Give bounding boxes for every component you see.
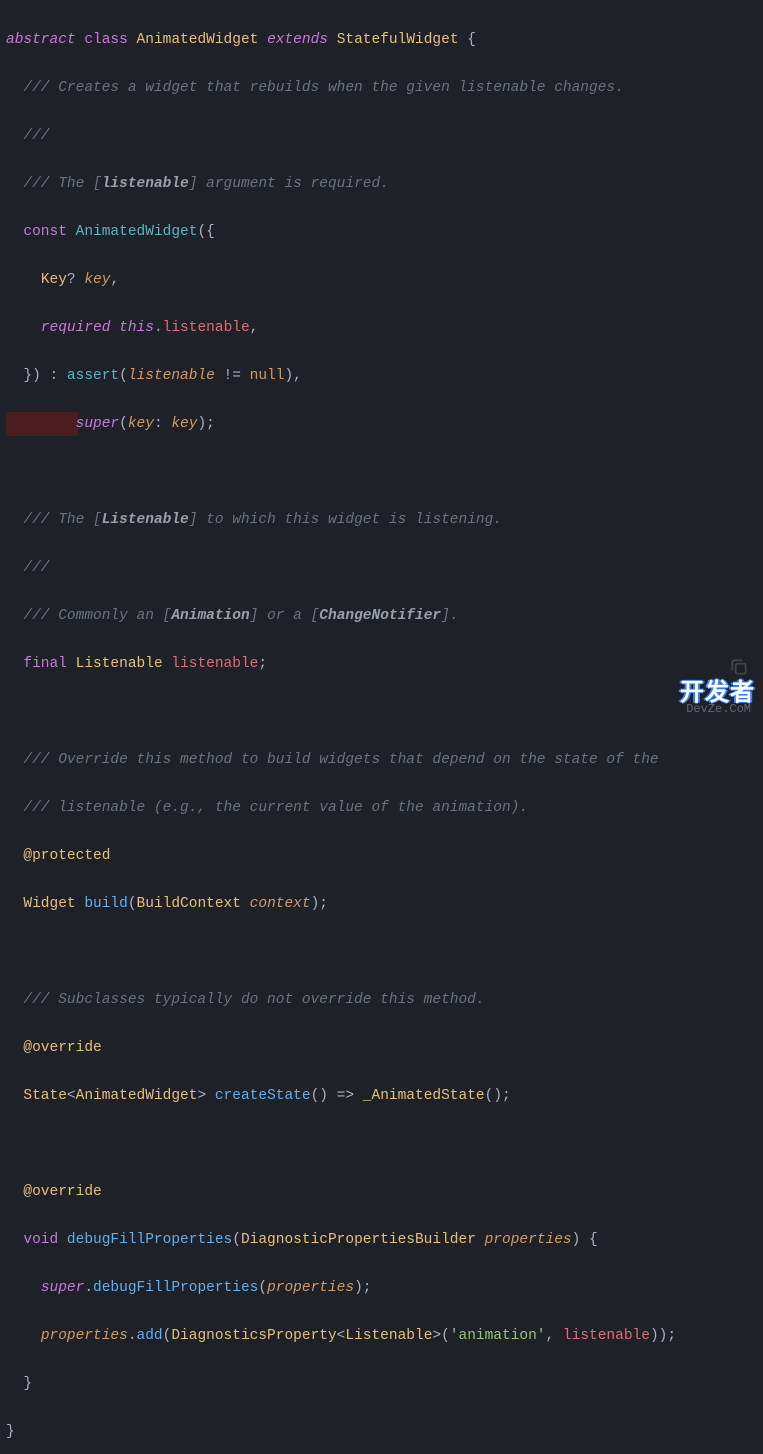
- code-line: ///: [6, 124, 763, 148]
- code-line: /// listenable (e.g., the current value …: [6, 796, 763, 820]
- code-line: super(key: key);: [6, 412, 763, 436]
- code-line: /// Override this method to build widget…: [6, 748, 763, 772]
- code-line: /// The [Listenable] to which this widge…: [6, 508, 763, 532]
- code-line: final Listenable listenable;: [6, 652, 763, 676]
- code-line: }) : assert(listenable != null),: [6, 364, 763, 388]
- code-line: [6, 1132, 763, 1156]
- code-line: @override: [6, 1180, 763, 1204]
- code-line: [6, 460, 763, 484]
- code-line: }: [6, 1420, 763, 1444]
- code-line: ///: [6, 556, 763, 580]
- code-line: }: [6, 1372, 763, 1396]
- code-line: Key? key,: [6, 268, 763, 292]
- code-line: @protected: [6, 844, 763, 868]
- code-line: Widget build(BuildContext context);: [6, 892, 763, 916]
- code-line: /// Subclasses typically do not override…: [6, 988, 763, 1012]
- code-line: [6, 700, 763, 724]
- code-line: /// Commonly an [Animation] or a [Change…: [6, 604, 763, 628]
- code-line: /// Creates a widget that rebuilds when …: [6, 76, 763, 100]
- watermark-url: DevZe.CoM: [686, 697, 751, 721]
- code-line: abstract class AnimatedWidget extends St…: [6, 28, 763, 52]
- code-line: /// The [listenable] argument is require…: [6, 172, 763, 196]
- code-line: properties.add(DiagnosticsProperty<Liste…: [6, 1324, 763, 1348]
- code-line: const AnimatedWidget({: [6, 220, 763, 244]
- code-line: void debugFillProperties(DiagnosticPrope…: [6, 1228, 763, 1252]
- copy-icon[interactable]: [729, 657, 749, 677]
- code-line: State<AnimatedWidget> createState() => _…: [6, 1084, 763, 1108]
- code-editor[interactable]: abstract class AnimatedWidget extends St…: [6, 4, 763, 1454]
- code-line: [6, 940, 763, 964]
- code-line: super.debugFillProperties(properties);: [6, 1276, 763, 1300]
- code-line: @override: [6, 1036, 763, 1060]
- code-line: required this.listenable,: [6, 316, 763, 340]
